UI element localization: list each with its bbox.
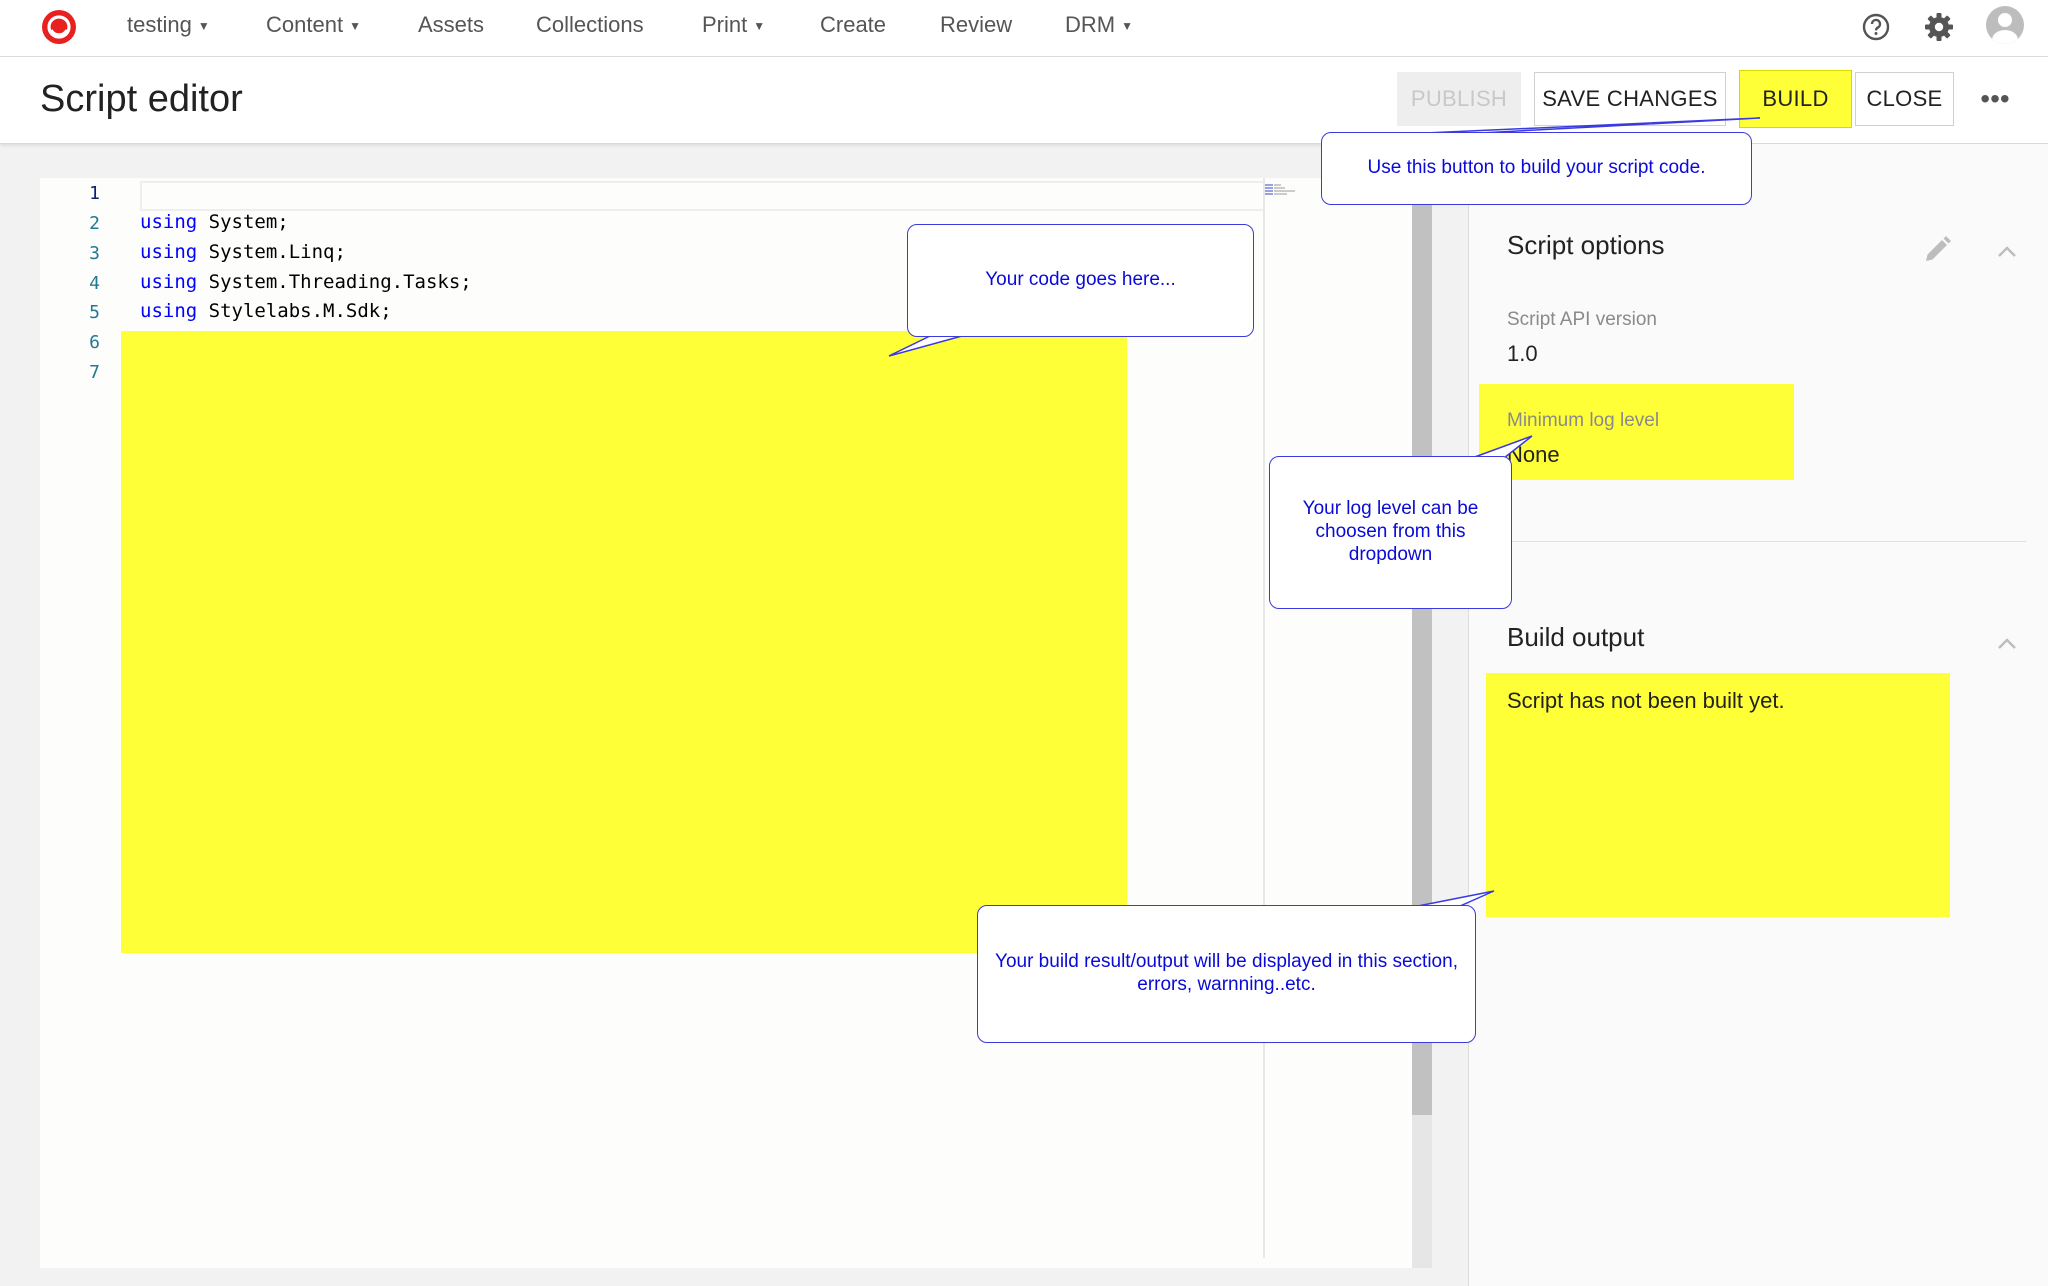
callout-output: Your build result/output will be display… [977,905,1476,1043]
callout-code: Your code goes here... [907,224,1254,337]
callout-build: Use this button to build your script cod… [1321,132,1752,205]
callout-log-level: Your log level can be choosen from this … [1269,456,1512,609]
